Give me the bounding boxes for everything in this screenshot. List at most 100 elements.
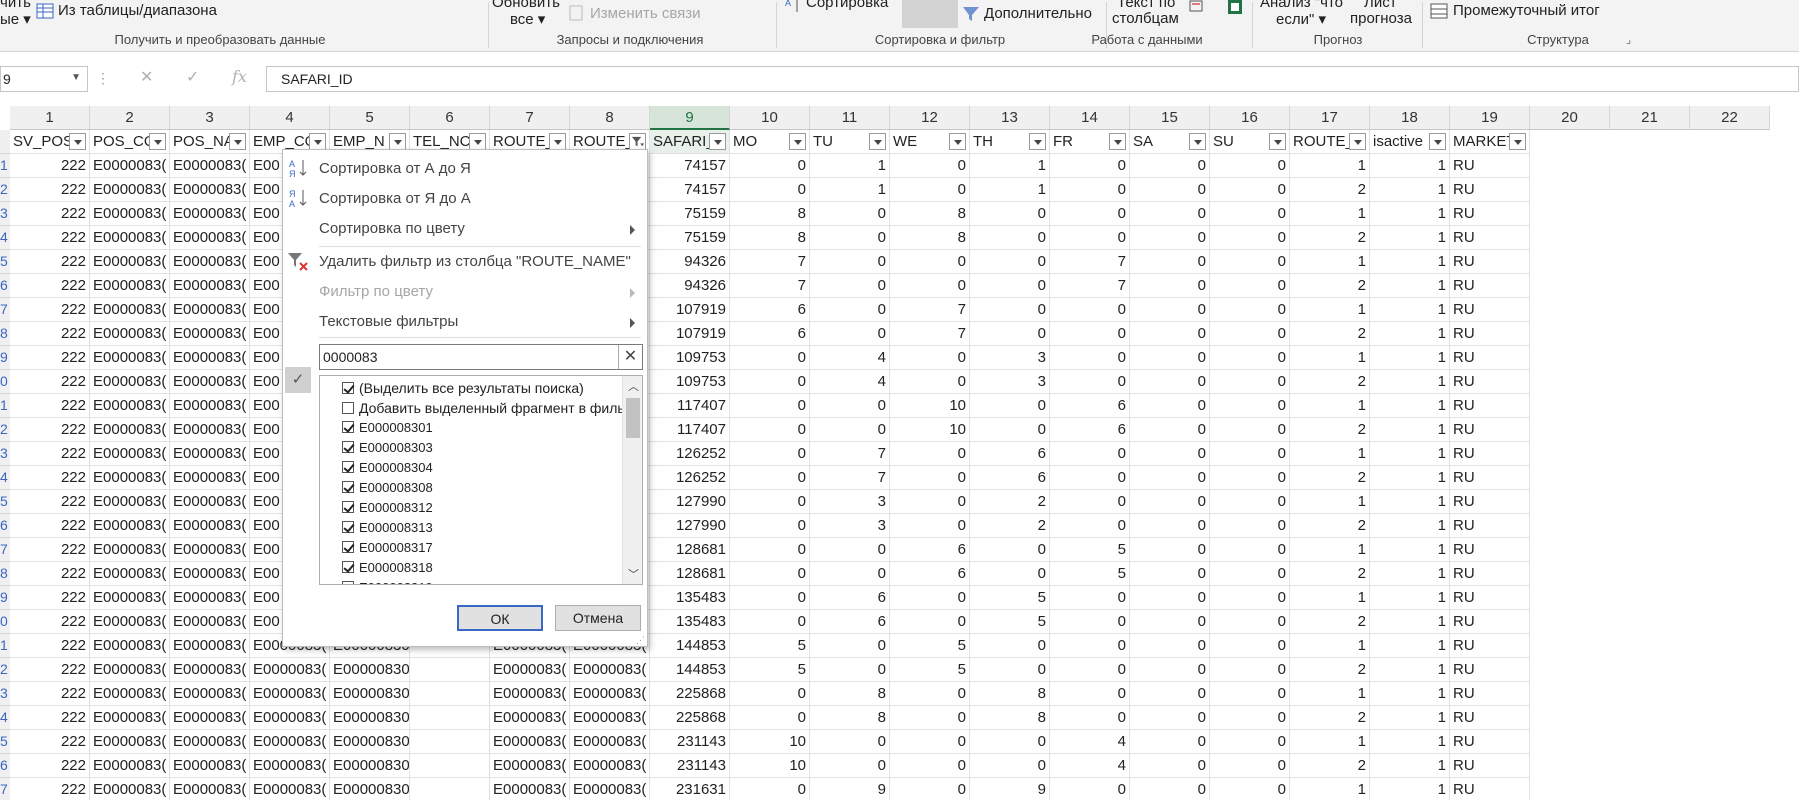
table-cell[interactable]: 75159 [650, 202, 730, 226]
table-cell[interactable]: 1 [1370, 322, 1450, 346]
column-header[interactable]: 16 [1210, 106, 1290, 130]
resize-grip-icon[interactable]: ⋰ [636, 635, 645, 646]
table-cell[interactable]: 0 [730, 154, 810, 178]
table-cell[interactable]: 0 [1050, 610, 1130, 634]
table-cell[interactable]: E0000083( [170, 754, 250, 778]
table-cell[interactable]: E0000083( [170, 730, 250, 754]
table-cell[interactable]: 0 [1130, 490, 1210, 514]
table-cell[interactable]: 2 [1290, 610, 1370, 634]
ribbon-command[interactable]: если" ▾ [1276, 10, 1326, 28]
table-cell[interactable]: E0000083( [90, 154, 170, 178]
column-header[interactable]: 21 [1610, 106, 1690, 130]
table-cell[interactable]: 222 [10, 658, 90, 682]
worksheet-grid[interactable]: 1 2 3 4 5 6 7 8 9 10 11 12 13 14 15 16 17 18 19 20 21 22 SV_PO… [0, 106, 1799, 800]
table-cell[interactable]: E0000083( [170, 538, 250, 562]
select-all-checkbox[interactable]: (Выделить все результаты поиска) [342, 380, 584, 400]
table-cell[interactable]: 0 [1130, 418, 1210, 442]
table-cell[interactable]: 8 [810, 706, 890, 730]
table-cell[interactable]: 8 [730, 226, 810, 250]
filter-search-input[interactable]: 0000083 ✕ [319, 344, 643, 370]
enter-icon[interactable]: ✓ [186, 67, 199, 87]
column-header[interactable]: 7 [490, 106, 570, 130]
table-cell[interactable]: 0 [970, 634, 1050, 658]
table-cell[interactable]: E0000083( [90, 658, 170, 682]
table-cell[interactable]: 222 [10, 442, 90, 466]
table-cell[interactable]: 1 [1370, 778, 1450, 800]
table-cell[interactable]: 1 [1290, 634, 1370, 658]
table-cell[interactable]: 222 [10, 586, 90, 610]
table-cell[interactable]: 0 [1130, 178, 1210, 202]
table-cell[interactable]: 1 [1370, 370, 1450, 394]
table-cell[interactable]: 0 [1050, 586, 1130, 610]
cancel-icon[interactable]: ✕ [140, 67, 153, 87]
table-cell[interactable]: 1 [1370, 226, 1450, 250]
table-cell[interactable]: 0 [1130, 706, 1210, 730]
table-cell[interactable]: 0 [890, 178, 970, 202]
table-cell[interactable]: E0000083( [490, 658, 570, 682]
table-cell[interactable]: 1 [1290, 490, 1370, 514]
ribbon-command[interactable]: все ▾ [510, 10, 545, 28]
table-cell[interactable]: 8 [970, 706, 1050, 730]
table-cell[interactable]: E0000083( [90, 346, 170, 370]
table-cell[interactable]: RU [1450, 274, 1530, 298]
table-cell[interactable]: E0000083( [170, 658, 250, 682]
table-cell[interactable]: 0 [890, 514, 970, 538]
table-cell[interactable]: RU [1450, 682, 1530, 706]
row-header[interactable]: 6 [0, 514, 10, 538]
table-cell[interactable]: 0 [1130, 298, 1210, 322]
table-cell[interactable]: 1 [1290, 250, 1370, 274]
table-cell[interactable]: 9 [810, 778, 890, 800]
table-cell[interactable]: 1 [1290, 394, 1370, 418]
table-cell[interactable]: 222 [10, 730, 90, 754]
table-cell[interactable]: 6 [1050, 418, 1130, 442]
table-cell[interactable]: 10 [890, 418, 970, 442]
table-cell[interactable]: 1 [1370, 562, 1450, 586]
table-cell[interactable]: 1 [1370, 250, 1450, 274]
table-cell[interactable]: 222 [10, 178, 90, 202]
table-cell[interactable]: 0 [810, 730, 890, 754]
filter-dropdown-icon[interactable] [149, 133, 166, 150]
table-cell[interactable]: 0 [890, 586, 970, 610]
table-cell[interactable]: 7 [730, 274, 810, 298]
table-cell[interactable]: E0000083( [250, 706, 330, 730]
table-cell[interactable]: 117407 [650, 394, 730, 418]
insert-function-icon[interactable]: fx [232, 67, 247, 86]
table-cell[interactable]: 0 [890, 370, 970, 394]
table-cell[interactable]: 1 [810, 178, 890, 202]
checkbox-icon[interactable] [342, 521, 354, 533]
table-cell[interactable]: E0000083( [490, 778, 570, 800]
table-cell[interactable]: 5 [730, 658, 810, 682]
table-cell[interactable]: 4 [810, 346, 890, 370]
table-cell[interactable]: 109753 [650, 370, 730, 394]
column-header[interactable]: 13 [970, 106, 1050, 130]
table-cell[interactable]: 1 [1290, 346, 1370, 370]
table-cell[interactable]: 0 [1050, 202, 1130, 226]
table-cell[interactable] [410, 730, 490, 754]
column-header[interactable]: 19 [1450, 106, 1530, 130]
table-cell[interactable]: 222 [10, 274, 90, 298]
table-cell[interactable]: RU [1450, 778, 1530, 800]
filter-dropdown-icon[interactable] [549, 133, 566, 150]
table-cell[interactable]: 1 [1370, 682, 1450, 706]
table-cell[interactable]: 1 [1290, 730, 1370, 754]
table-cell[interactable]: RU [1450, 490, 1530, 514]
table-cell[interactable]: 0 [730, 418, 810, 442]
table-cell[interactable]: E000008301 [330, 754, 410, 778]
table-cell[interactable]: 0 [970, 202, 1050, 226]
table-cell[interactable]: 2 [1290, 754, 1370, 778]
table-cell[interactable]: 1 [1370, 346, 1450, 370]
table-cell[interactable]: 0 [890, 442, 970, 466]
table-cell[interactable]: 5 [890, 658, 970, 682]
table-cell[interactable]: 0 [1210, 178, 1290, 202]
table-cell[interactable]: 0 [810, 418, 890, 442]
filter-dropdown-icon[interactable] [389, 133, 406, 150]
table-cell[interactable]: 222 [10, 346, 90, 370]
table-cell[interactable]: RU [1450, 202, 1530, 226]
table-cell[interactable]: 0 [730, 490, 810, 514]
table-cell[interactable]: 0 [1210, 466, 1290, 490]
table-cell[interactable]: 0 [1210, 658, 1290, 682]
table-cell[interactable]: RU [1450, 250, 1530, 274]
table-cell[interactable]: 0 [1050, 154, 1130, 178]
table-cell[interactable]: 0 [1050, 322, 1130, 346]
table-cell[interactable]: 4 [1050, 754, 1130, 778]
